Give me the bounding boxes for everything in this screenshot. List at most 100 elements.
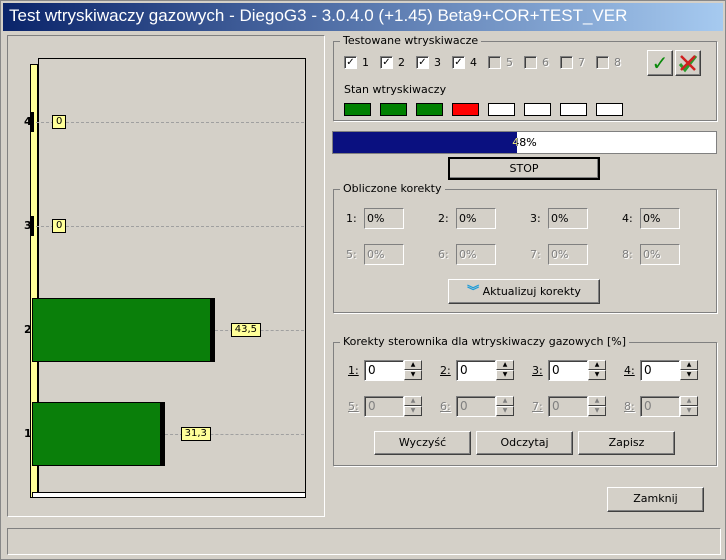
computed-4-label: 4: [622,212,633,225]
injector-2-checkbox[interactable]: ✓ [380,56,393,69]
update-corrections-label: Aktualizuj korekty [482,285,581,298]
bar-3 [30,216,34,236]
computed-5-value: 0% [364,244,404,265]
correction-7-label: 7: [532,400,543,413]
correction-1-spinner[interactable]: ▲ ▼ [404,360,422,381]
checkmark-icon: ✓ [651,51,669,75]
correction-6-input[interactable]: 0 [456,396,496,417]
value-label-1: 31,3 [180,427,211,441]
window-title: Test wtryskiwaczy gazowych - DiegoG3 - 3… [9,6,628,25]
confirm-button[interactable]: ✓ [647,50,673,76]
injector-5-checkbox[interactable] [488,56,501,69]
injector-1-state [344,103,371,116]
injector-6-state [524,103,551,116]
controller-corrections-label: Korekty sterownika dla wtryskiwaczy gazo… [340,335,630,348]
spin-up-icon[interactable]: ▲ [404,396,422,406]
spin-up-icon[interactable]: ▲ [404,360,422,370]
injector-4-checkbox[interactable]: ✓ [452,56,465,69]
injector-6-checkbox[interactable] [524,56,537,69]
stop-button[interactable]: STOP [448,157,600,180]
correction-5-input[interactable]: 0 [364,396,404,417]
spin-down-icon[interactable]: ▼ [404,370,422,380]
computed-1-value: 0% [364,208,404,229]
injector-state-label: Stan wtryskiwaczy [344,83,447,96]
save-button[interactable]: Zapisz [578,431,675,455]
injector-1-checkbox[interactable]: ✓ [344,56,357,69]
spin-up-icon[interactable]: ▲ [588,396,606,406]
bar-1 [32,402,161,466]
clear-button[interactable]: Wyczyść [374,431,471,455]
correction-2-input[interactable]: 0 [456,360,496,381]
spin-down-icon[interactable]: ▼ [496,370,514,380]
correction-1-label: 1: [348,364,359,377]
injector-8-label: 8 [614,56,621,69]
value-label-2: 43,5 [230,323,262,337]
gridline-3 [36,226,304,227]
spin-up-icon[interactable]: ▲ [680,360,698,370]
computed-6-value: 0% [456,244,496,265]
spin-down-icon[interactable]: ▼ [496,406,514,416]
injector-5-label: 5 [506,56,513,69]
correction-1-input[interactable]: 0 [364,360,404,381]
computed-2-value: 0% [456,208,496,229]
injector-8-checkbox[interactable] [596,56,609,69]
spin-down-icon[interactable]: ▼ [588,406,606,416]
spin-down-icon[interactable]: ▼ [680,406,698,416]
correction-6-spinner[interactable]: ▲ ▼ [496,396,514,417]
update-corrections-button[interactable]: ︾ Aktualizuj korekty [448,279,600,304]
correction-3-label: 3: [532,364,543,377]
spin-up-icon[interactable]: ▲ [680,396,698,406]
value-label-3: 0 [52,219,67,233]
correction-7-input[interactable]: 0 [548,396,588,417]
tested-injectors-label: Testowane wtryskiwacze [340,34,482,47]
title-bar[interactable]: Test wtryskiwaczy gazowych - DiegoG3 - 3… [3,3,723,31]
y-tick-label-1: 1 [24,427,32,440]
computed-8-label: 8: [622,248,633,261]
correction-5-spinner[interactable]: ▲ ▼ [404,396,422,417]
injector-6-label: 6 [542,56,549,69]
correction-3-input[interactable]: 0 [548,360,588,381]
bar-2 [32,298,211,362]
main-window: Test wtryskiwaczy gazowych - DiegoG3 - 3… [0,0,726,560]
spin-down-icon[interactable]: ▼ [588,370,606,380]
correction-4-input[interactable]: 0 [640,360,680,381]
gridline-4 [36,122,304,123]
injector-3-label: 3 [434,56,441,69]
spin-up-icon[interactable]: ▲ [496,360,514,370]
correction-5-label: 5: [348,400,359,413]
computed-4-value: 0% [640,208,680,229]
correction-3-spinner[interactable]: ▲ ▼ [588,360,606,381]
cancel-button[interactable] [675,50,701,76]
injector-4-state [452,103,479,116]
correction-8-input[interactable]: 0 [640,396,680,417]
computed-3-label: 3: [530,212,541,225]
injector-3-state [416,103,443,116]
read-button[interactable]: Odczytaj [476,431,573,455]
spin-up-icon[interactable]: ▲ [588,360,606,370]
correction-8-spinner[interactable]: ▲ ▼ [680,396,698,417]
spin-down-icon[interactable]: ▼ [680,370,698,380]
computed-1-label: 1: [346,212,357,225]
cross-check-icon [678,55,698,73]
correction-4-spinner[interactable]: ▲ ▼ [680,360,698,381]
correction-4-label: 4: [624,364,635,377]
chart-floor [32,492,306,498]
injector-7-state [560,103,587,116]
injector-5-state [488,103,515,116]
injector-3-checkbox[interactable]: ✓ [416,56,429,69]
correction-7-spinner[interactable]: ▲ ▼ [588,396,606,417]
close-button[interactable]: Zamknij [607,487,704,512]
injector-1-label: 1 [362,56,369,69]
correction-2-spinner[interactable]: ▲ ▼ [496,360,514,381]
injector-7-checkbox[interactable] [560,56,573,69]
progress-bar: 48% [332,131,717,154]
spin-down-icon[interactable]: ▼ [404,406,422,416]
spin-up-icon[interactable]: ▲ [496,396,514,406]
value-label-4: 0 [52,115,67,129]
y-tick-label-2: 2 [24,323,32,336]
progress-text: 48% [512,136,537,149]
computed-3-value: 0% [548,208,588,229]
computed-6-label: 6: [438,248,449,261]
computed-corrections-label: Obliczone korekty [340,182,445,195]
status-bar [7,528,721,555]
